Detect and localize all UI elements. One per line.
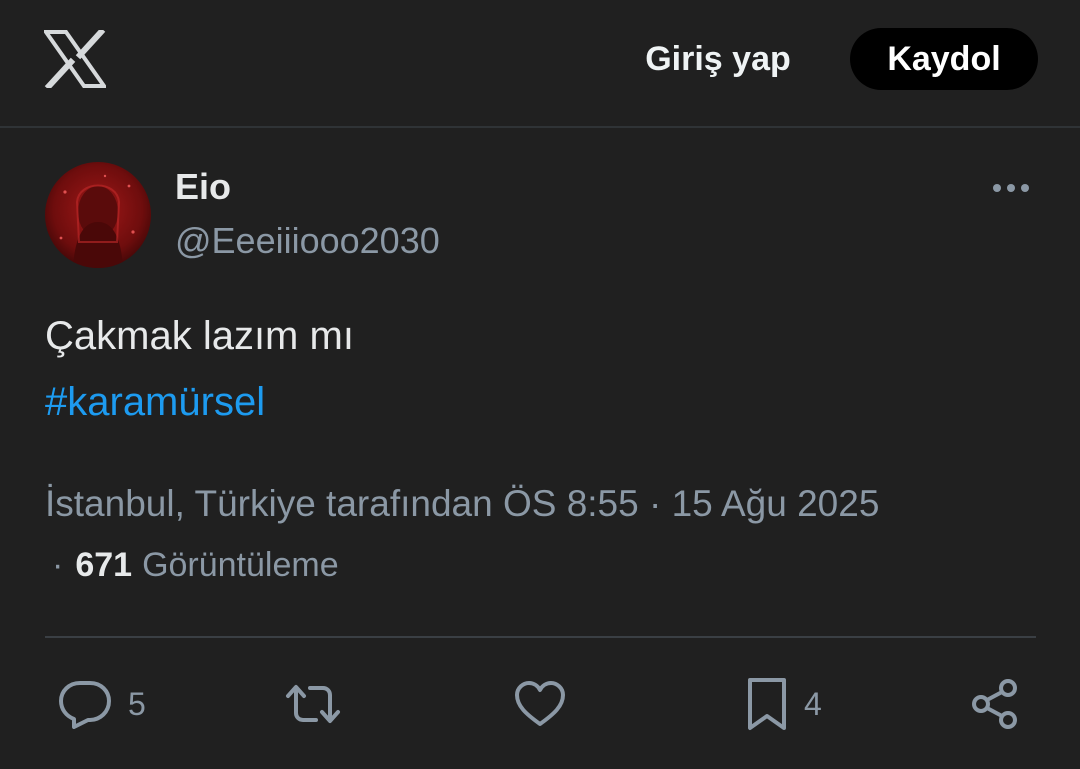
reply-button[interactable]: 5 bbox=[58, 676, 146, 732]
retweet-icon bbox=[286, 685, 340, 723]
bookmark-button[interactable]: 4 bbox=[746, 676, 822, 732]
views-line: · 671 Görüntüleme bbox=[52, 546, 339, 585]
reply-icon bbox=[59, 681, 111, 729]
bookmark-icon bbox=[748, 678, 786, 730]
login-button[interactable]: Giriş yap bbox=[620, 28, 816, 90]
more-options-icon[interactable] bbox=[986, 170, 1036, 206]
author-handle[interactable]: @Eeeiiiooo2030 bbox=[175, 220, 440, 262]
bookmark-count: 4 bbox=[804, 685, 822, 722]
top-bar: Giriş yap Kaydol bbox=[0, 0, 1080, 128]
views-separator: · bbox=[52, 546, 64, 584]
tweet-text: Çakmak lazım mı bbox=[45, 314, 354, 358]
share-button[interactable] bbox=[970, 676, 1020, 732]
tweet-location-time[interactable]: İstanbul, Türkiye tarafından ÖS 8:55 · 1… bbox=[45, 483, 879, 525]
views-count: 671 bbox=[75, 546, 133, 584]
retweet-button[interactable] bbox=[284, 676, 342, 732]
views-label: Görüntüleme bbox=[142, 546, 339, 584]
x-logo-icon[interactable] bbox=[42, 27, 108, 91]
like-button[interactable] bbox=[514, 676, 566, 732]
author-display-name[interactable]: Eio bbox=[175, 166, 231, 208]
divider bbox=[45, 636, 1036, 638]
avatar[interactable] bbox=[45, 162, 151, 268]
share-icon bbox=[972, 679, 1017, 729]
heart-icon bbox=[515, 681, 565, 726]
tweet-page: Giriş yap Kaydol Eio @Eeeiiiooo2030 Çakm… bbox=[0, 0, 1080, 769]
signup-button[interactable]: Kaydol bbox=[850, 28, 1038, 90]
hashtag-link[interactable]: #karamürsel bbox=[45, 380, 265, 425]
reply-count: 5 bbox=[128, 685, 146, 722]
